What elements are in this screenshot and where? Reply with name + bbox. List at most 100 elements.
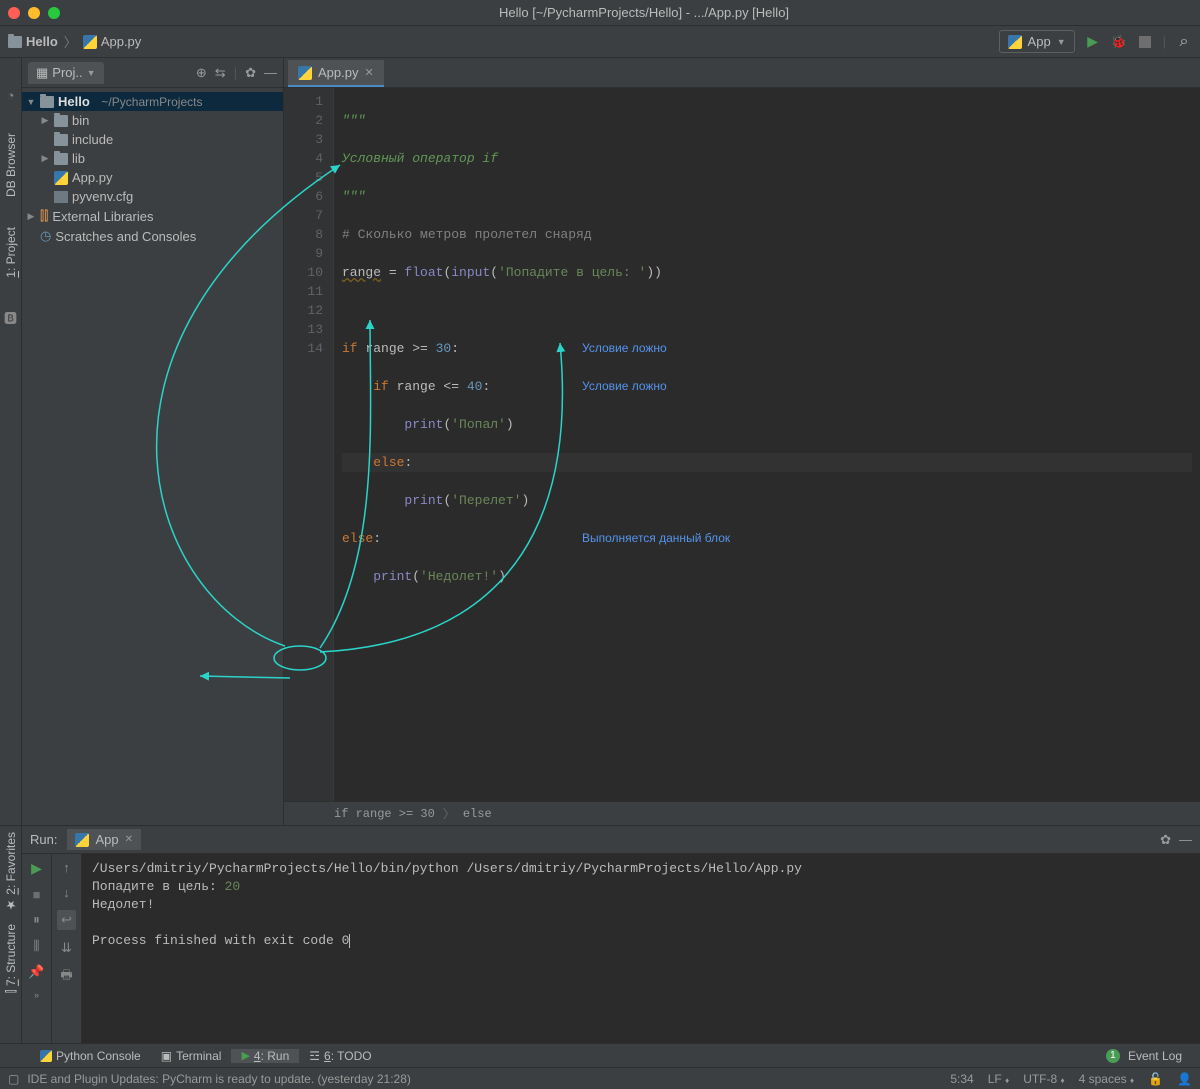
code-editor[interactable]: """ Условный оператор if """ # Сколько м…: [334, 88, 1200, 801]
chevron-down-icon: ▼: [1057, 37, 1066, 47]
titlebar: Hello [~/PycharmProjects/Hello] - .../Ap…: [0, 0, 1200, 26]
line-separator[interactable]: LF ♦: [988, 1072, 1009, 1086]
breadcrumb-file[interactable]: App.py: [101, 34, 141, 49]
console-output[interactable]: /Users/dmitriy/PycharmProjects/Hello/bin…: [82, 854, 1200, 1043]
python-icon: [1008, 35, 1022, 49]
chevron-down-icon: ▼: [87, 68, 96, 78]
run-tab-app[interactable]: App✕: [67, 829, 141, 850]
inline-hint: Выполняется данный блок: [582, 529, 730, 548]
tree-root[interactable]: ▼ Hello ~/PycharmProjects: [22, 92, 283, 111]
console-line: [92, 914, 1190, 932]
structure-tab[interactable]: ⫿ 7: Structure: [4, 924, 18, 993]
editor-tab-app-py[interactable]: App.py✕: [288, 60, 384, 87]
indent[interactable]: 4 spaces ♦: [1079, 1072, 1134, 1086]
editor-area: App.py✕ 1234567891011121314 """ Условный…: [284, 58, 1200, 825]
run-button[interactable]: ▶: [1085, 34, 1101, 50]
console-line: /Users/dmitriy/PycharmProjects/Hello/bin…: [92, 860, 1190, 878]
tree-item-lib[interactable]: ▶ lib: [22, 149, 283, 168]
encoding[interactable]: UTF-8 ♦: [1023, 1072, 1064, 1086]
project-icon: ▦: [36, 65, 48, 81]
tree-external-libraries[interactable]: ▶⫿⫿ External Libraries: [22, 206, 283, 226]
favorites-tab[interactable]: ★ 2: Favorites: [4, 832, 18, 912]
db-browser-tab[interactable]: DB Browser: [4, 133, 18, 197]
list-icon: ☲: [309, 1049, 320, 1063]
layout-button[interactable]: ⫼: [34, 938, 40, 954]
close-window-button[interactable]: [8, 7, 20, 19]
lock-icon[interactable]: 🔓: [1148, 1072, 1163, 1086]
scratch-icon: ◷: [40, 228, 51, 244]
folder-icon: [8, 36, 22, 48]
folder-icon: [54, 115, 68, 127]
project-sidebar: ▦ Proj.. ▼ ⊕ ⇆ | ✿ — ▼ Hello ~/PycharmPr…: [22, 58, 284, 825]
library-icon: ⫿⫿: [40, 208, 48, 224]
navigation-bar: Hello 〉 App.py App ▼ ▶ 🐞 | ⌕: [0, 26, 1200, 58]
window-controls: [8, 7, 60, 19]
search-button[interactable]: ⌕: [1176, 34, 1192, 50]
breadcrumb-project[interactable]: Hello: [26, 34, 58, 49]
line-gutter[interactable]: 1234567891011121314: [284, 88, 334, 801]
status-message[interactable]: IDE and Plugin Updates: PyCharm is ready…: [27, 1072, 411, 1086]
editor-breadcrumb[interactable]: if range >= 30〉else: [284, 801, 1200, 825]
todo-tab[interactable]: ☲6: TODO: [299, 1049, 381, 1063]
close-icon[interactable]: ✕: [125, 834, 133, 845]
pin-button[interactable]: 📌: [28, 964, 44, 980]
gear-icon[interactable]: ✿: [1160, 832, 1171, 848]
hector-icon[interactable]: 👤: [1177, 1072, 1192, 1086]
python-console-tab[interactable]: Python Console: [30, 1049, 151, 1063]
window-title: Hello [~/PycharmProjects/Hello] - .../Ap…: [80, 5, 1192, 21]
stop-button[interactable]: ■: [33, 887, 41, 902]
project-tab[interactable]: 1: Project: [4, 227, 18, 278]
maximize-window-button[interactable]: [48, 7, 60, 19]
hide-button[interactable]: —: [1179, 832, 1192, 848]
cursor-position[interactable]: 5:34: [950, 1072, 973, 1086]
stop-button[interactable]: [1137, 34, 1153, 50]
tree-item-pyvenv[interactable]: pyvenv.cfg: [22, 187, 283, 206]
console-line: Попадите в цель: 20: [92, 878, 1190, 896]
terminal-icon: ▣: [161, 1049, 172, 1063]
pause-button[interactable]: ⏸: [33, 912, 40, 928]
tree-item-app-py[interactable]: App.py: [22, 168, 283, 187]
status-bar: ▢ IDE and Plugin Updates: PyCharm is rea…: [0, 1067, 1200, 1089]
db-browser-icon[interactable]: ◔: [7, 88, 15, 103]
tree-item-include[interactable]: include: [22, 130, 283, 149]
project-view-tab[interactable]: ▦ Proj.. ▼: [28, 62, 104, 84]
scroll-button[interactable]: ⇊: [61, 940, 72, 956]
console-line: Process finished with exit code 0: [92, 932, 1190, 950]
project-tree[interactable]: ▼ Hello ~/PycharmProjects ▶ bin include …: [22, 88, 283, 250]
minimize-window-button[interactable]: [28, 7, 40, 19]
up-button[interactable]: ↑: [63, 860, 70, 875]
status-icon[interactable]: ▢: [8, 1072, 19, 1086]
more-button[interactable]: »: [34, 990, 39, 1000]
folder-icon: [54, 153, 68, 165]
gear-icon[interactable]: ✿: [245, 65, 256, 81]
close-tab-icon[interactable]: ✕: [364, 66, 373, 79]
chevron-right-icon: 〉: [62, 32, 79, 51]
python-icon: [54, 171, 68, 185]
inline-hint: Условие ложно: [582, 339, 667, 358]
run-config-dropdown[interactable]: App ▼: [999, 30, 1075, 53]
down-button[interactable]: ↓: [63, 885, 70, 900]
python-icon: [83, 35, 97, 49]
tree-scratches[interactable]: ◷ Scratches and Consoles: [22, 226, 283, 246]
run-tab[interactable]: ▶4: Run: [231, 1049, 299, 1063]
debug-button[interactable]: 🐞: [1111, 34, 1127, 50]
left-strip-lower: ★ 2: Favorites ⫿ 7: Structure: [0, 826, 22, 1043]
target-icon[interactable]: ⊕: [196, 65, 207, 81]
print-button[interactable]: 🖶: [60, 966, 72, 988]
bookmark-icon[interactable]: 🅱: [4, 308, 17, 327]
run-toolbar-left: ▶ ■ ⏸ ⫼ 📌 »: [22, 854, 52, 1043]
soft-wrap-button[interactable]: ↩: [57, 910, 76, 930]
hide-button[interactable]: —: [264, 65, 277, 81]
config-icon: [54, 191, 68, 203]
notification-badge: 1: [1106, 1049, 1120, 1063]
event-log-tab[interactable]: 1Event Log: [1096, 1049, 1192, 1063]
left-toolwindow-strip: ◔ DB Browser 1: Project 🅱: [0, 58, 22, 825]
document-icon: [483, 6, 495, 20]
play-icon: ▶: [241, 1049, 249, 1062]
rerun-button[interactable]: ▶: [31, 860, 42, 877]
terminal-tab[interactable]: ▣Terminal: [151, 1049, 232, 1063]
tree-item-bin[interactable]: ▶ bin: [22, 111, 283, 130]
collapse-icon[interactable]: ⇆: [215, 65, 226, 81]
python-icon: [298, 66, 312, 80]
breadcrumbs[interactable]: Hello 〉 App.py: [8, 32, 141, 51]
